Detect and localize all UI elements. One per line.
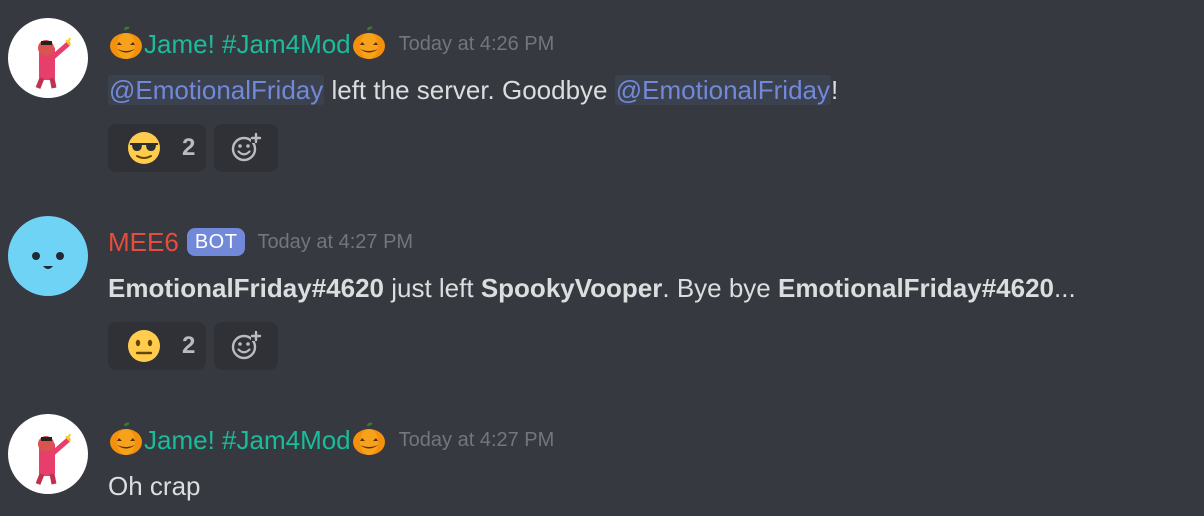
author-name[interactable]: Jame! #Jam4Mod	[108, 26, 387, 62]
reactions-bar: 2	[108, 322, 278, 370]
add-reaction-button[interactable]	[214, 124, 278, 172]
bold-text: SpookyVooper	[480, 273, 663, 303]
timestamp: Today at 4:27 PM	[398, 428, 555, 451]
message-text: !	[831, 75, 839, 105]
neutral-face-emoji-icon	[128, 330, 160, 362]
sunglasses-emoji-icon	[128, 132, 160, 164]
avatar[interactable]	[8, 18, 88, 98]
message-header: Jame! #Jam4Mod Today at 4:27 PM	[108, 420, 554, 460]
bold-text: EmotionalFriday#4620	[778, 273, 1054, 303]
author-name[interactable]: MEE6	[108, 229, 179, 255]
message-list: Jame! #Jam4Mod Today at 4:26 PM @Emotion…	[0, 0, 1204, 516]
message-content: EmotionalFriday#4620 just left SpookyVoo…	[108, 268, 1076, 308]
add-reaction-icon	[231, 132, 262, 162]
pumpkin-icon	[108, 26, 144, 61]
reaction-sunglasses[interactable]: 2	[108, 124, 206, 172]
bot-badge: BOT	[186, 228, 246, 256]
pumpkin-icon	[351, 422, 386, 457]
author-name[interactable]: Jame! #Jam4Mod	[108, 422, 387, 458]
add-reaction-icon	[231, 330, 262, 360]
bold-text: EmotionalFriday#4620	[108, 273, 384, 303]
avatar[interactable]	[8, 414, 88, 494]
message-header: MEE6 BOT Today at 4:27 PM	[108, 222, 413, 262]
message-content: @EmotionalFriday left the server. Goodby…	[108, 70, 838, 110]
pumpkin-icon	[108, 422, 144, 457]
author-label: Jame! #Jam4Mod	[144, 29, 351, 59]
pumpkin-icon	[351, 26, 386, 61]
timestamp: Today at 4:26 PM	[398, 32, 555, 55]
message-text: just left	[384, 273, 481, 303]
message-text: left the server. Goodbye	[324, 75, 615, 105]
message-text: Oh crap	[108, 471, 201, 501]
reaction-neutral-face[interactable]: 2	[108, 322, 206, 370]
user-mention[interactable]: @EmotionalFriday	[108, 75, 325, 105]
reaction-count: 2	[182, 332, 196, 359]
message-text: ...	[1054, 273, 1076, 303]
avatar[interactable]	[8, 216, 88, 296]
message-content: Oh crap	[108, 466, 201, 506]
message-text: . Bye bye	[662, 273, 778, 303]
reactions-bar: 2	[108, 124, 278, 172]
reaction-count: 2	[182, 134, 196, 161]
add-reaction-button[interactable]	[214, 322, 278, 370]
timestamp: Today at 4:27 PM	[257, 230, 414, 253]
message-header: Jame! #Jam4Mod Today at 4:26 PM	[108, 24, 554, 64]
author-label: Jame! #Jam4Mod	[144, 425, 351, 455]
user-mention[interactable]: @EmotionalFriday	[614, 75, 831, 105]
